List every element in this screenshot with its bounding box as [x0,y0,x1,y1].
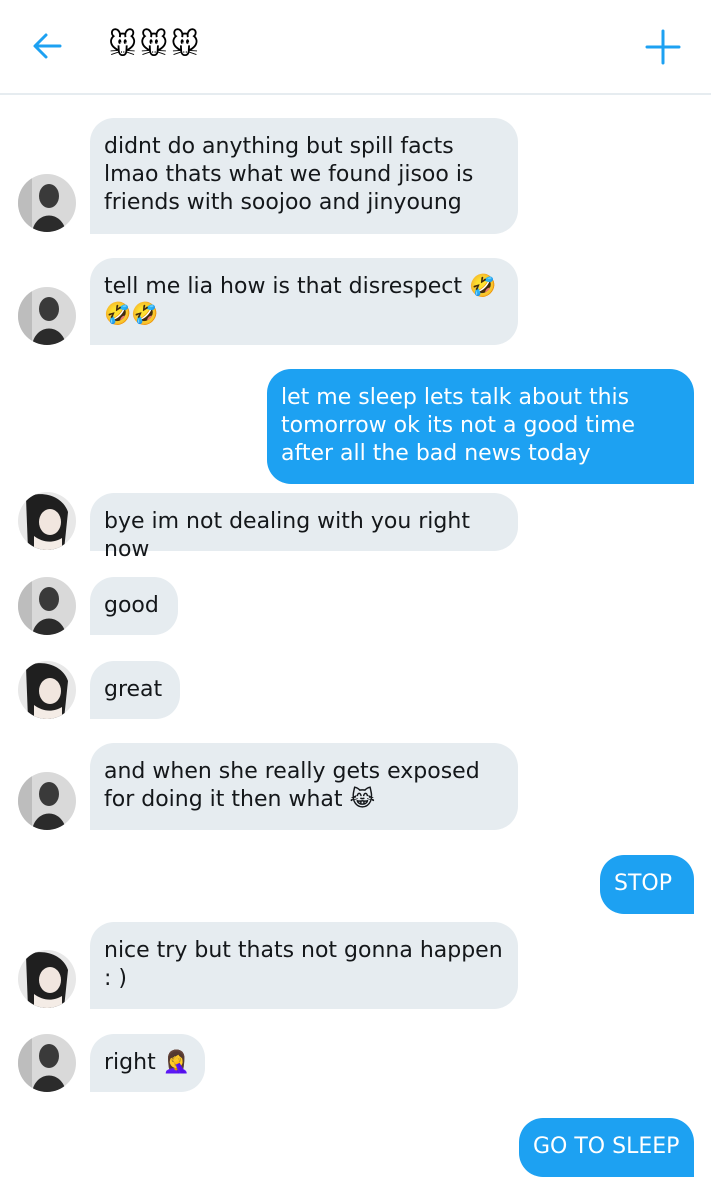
avatar[interactable] [18,661,76,719]
profile-photo-icon [18,661,76,719]
message-bubble-received[interactable]: didnt do anything but spill facts lmao t… [90,118,518,234]
message-bubble-received[interactable]: great [90,661,180,719]
plus-icon [645,29,681,65]
profile-photo-icon [18,492,76,550]
message-bubble-sent[interactable]: let me sleep lets talk about this tomorr… [267,369,694,484]
profile-photo-icon [18,287,76,345]
message-bubble-received[interactable]: tell me lia how is that disrespect 🤣🤣🤣 [90,258,518,345]
conversation-title[interactable]: 🐭🐭🐭 [108,28,202,61]
profile-photo-icon [18,174,76,232]
message-bubble-received[interactable]: bye im not dealing with you right now [90,493,518,562]
message-bubble-received[interactable]: nice try but thats not gonna happen : ) [90,922,518,1009]
arrow-left-icon [33,33,62,59]
profile-photo-icon [18,1034,76,1092]
message-bubble-sent[interactable]: GO TO SLEEP [519,1118,694,1177]
conversation-header: 🐭🐭🐭 [0,0,711,95]
avatar[interactable] [18,1034,76,1092]
message-bubble-received[interactable]: good [90,577,178,635]
profile-photo-icon [18,950,76,1008]
avatar[interactable] [18,950,76,1008]
avatar[interactable] [18,174,76,232]
message-bubble-received[interactable]: right 🤦‍♀️ [90,1034,205,1092]
back-button[interactable] [30,30,66,62]
avatar[interactable] [18,772,76,830]
profile-photo-icon [18,577,76,635]
new-message-button[interactable] [644,28,682,66]
message-bubble-sent[interactable]: STOP [600,855,694,914]
avatar[interactable] [18,492,76,550]
profile-photo-icon [18,772,76,830]
avatar[interactable] [18,287,76,345]
avatar[interactable] [18,577,76,635]
message-bubble-received[interactable]: and when she really gets exposed for doi… [90,743,518,830]
